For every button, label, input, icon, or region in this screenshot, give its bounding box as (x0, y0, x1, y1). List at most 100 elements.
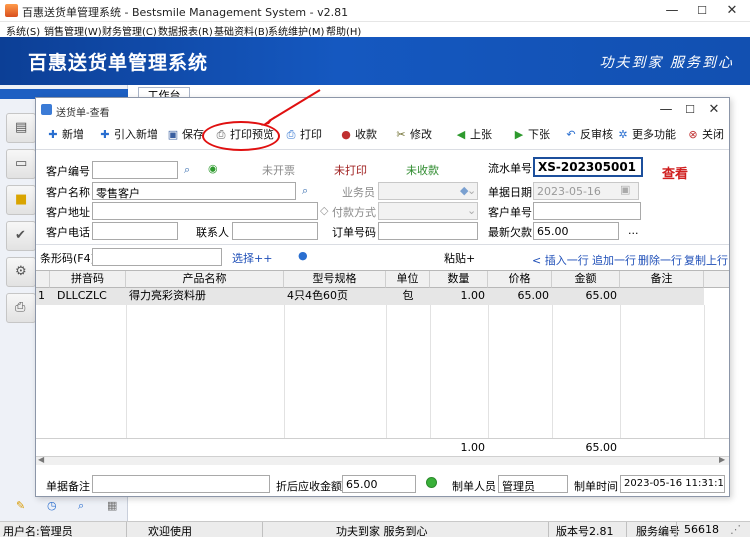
grid-header-spec[interactable]: 型号规格 (284, 271, 386, 288)
grid-header-qty[interactable]: 数量 (430, 271, 488, 288)
row-product-name[interactable]: 得力亮彩资料册 (126, 288, 284, 305)
menu-maintenance[interactable]: 系统维护(M) (268, 23, 324, 38)
grid-line (488, 305, 489, 441)
maximize-icon[interactable]: ☐ (690, 2, 714, 20)
toolbar-button-5[interactable]: ● 收款 (339, 126, 377, 142)
grid-header-unit[interactable]: 单位 (386, 271, 430, 288)
left-nav-button-5[interactable]: ⚙ (6, 257, 36, 287)
clock-icon[interactable]: ◷ (47, 499, 57, 512)
order-no-field[interactable] (378, 222, 478, 240)
insert-row-link[interactable]: < 插入一行 (532, 252, 589, 268)
left-nav-button-6[interactable]: ⎙ (6, 293, 36, 323)
menu-sales[interactable]: 销售管理(W) (44, 23, 102, 38)
dialog-minimize-icon[interactable]: — (654, 101, 678, 119)
toolbar-button-4[interactable]: ⎙ 打印 (284, 126, 322, 142)
remark-field[interactable] (92, 475, 270, 493)
delete-row-link[interactable]: 删除一行 (638, 252, 682, 268)
row-qty[interactable]: 1.00 (430, 288, 488, 305)
left-nav-button-4[interactable]: ✔ (6, 221, 36, 251)
toolbar-button-9[interactable]: ↶ 反审核 (564, 126, 613, 142)
phone-field[interactable] (92, 222, 178, 240)
status-divider (126, 522, 127, 537)
menu-help[interactable]: 帮助(H) (326, 23, 361, 38)
grid-header-note[interactable]: 备注 (620, 271, 704, 288)
maker-label: 制单人员 (452, 480, 496, 493)
contact-field[interactable] (232, 222, 318, 240)
toolbar-button-label: 打印 (300, 128, 322, 141)
serial-no-field[interactable]: XS-202305001 (533, 157, 643, 177)
close-icon[interactable]: ✕ (720, 2, 744, 20)
menu-reports[interactable]: 数据报表(R) (158, 23, 213, 38)
toolbar-button-2[interactable]: ▣ 保存 (166, 126, 204, 142)
minimize-icon[interactable]: — (660, 2, 684, 20)
tools-icon: ⚙ (15, 264, 27, 279)
status-light-icon (426, 477, 437, 488)
form-divider (36, 244, 729, 245)
menu-finance[interactable]: 财务管理(C) (102, 23, 157, 38)
customer-globe-icon[interactable]: ◉ (208, 162, 218, 175)
select-more-link[interactable]: 选择++ (232, 250, 272, 266)
payment-dropdown-icon[interactable]: ⌄ (467, 204, 476, 217)
grid-header-price[interactable]: 价格 (488, 271, 552, 288)
scroll-right-icon[interactable]: ▶ (719, 455, 725, 464)
row-pinyin[interactable]: DLLCZLC (54, 288, 126, 305)
row-spec[interactable]: 4只4色60页 (284, 288, 386, 305)
dialog-maximize-icon[interactable]: ☐ (678, 101, 702, 119)
scroll-left-icon[interactable]: ◀ (38, 455, 44, 464)
toolbar-button-0[interactable]: ✚ 新增 (46, 126, 84, 142)
toolbar-button-11[interactable]: ⊗ 关闭 (686, 126, 724, 142)
customer-code-field[interactable] (92, 161, 178, 179)
barcode-field[interactable] (92, 248, 222, 266)
menu-system[interactable]: 系统(S) (6, 23, 40, 38)
grid-header-amount[interactable]: 金额 (552, 271, 620, 288)
horizontal-scrollbar[interactable]: ◀ ▶ (36, 455, 729, 465)
row-unit[interactable]: 包 (386, 288, 430, 305)
settings-icon[interactable]: ▦ (107, 499, 117, 512)
table-row[interactable]: 1 DLLCZLC 得力亮彩资料册 4只4色60页 包 1.00 65.00 6… (36, 288, 704, 305)
toolbar-divider (36, 149, 729, 150)
left-nav-button-2[interactable]: ▭ (6, 149, 36, 179)
toolbar-button-7[interactable]: ◀ 上张 (454, 126, 492, 142)
append-row-link[interactable]: 追加一行 (592, 252, 636, 268)
toolbar-button-label: 新增 (62, 128, 84, 141)
left-nav-button-1[interactable]: ▤ (6, 113, 36, 143)
customer-order-field[interactable] (533, 202, 641, 220)
grid-header-index (36, 271, 50, 288)
customer-name-field[interactable]: 零售客户 (92, 182, 296, 200)
globe-icon[interactable]: ● (298, 249, 308, 262)
resize-grip-icon[interactable]: ⋰ (730, 523, 741, 536)
view-mode-label: 查看 (662, 167, 689, 182)
paste-button[interactable]: 粘贴+ (444, 250, 475, 266)
salesperson-label: 业务员 (342, 186, 375, 199)
salesperson-eraser-icon[interactable]: ◆ (460, 184, 468, 197)
toolbar-button-label: 引入新增 (114, 128, 158, 141)
customer-code-label: 客户编号 (46, 165, 90, 178)
latest-debt-more-button[interactable]: ... (628, 224, 639, 237)
row-amount[interactable]: 65.00 (552, 288, 620, 305)
row-note[interactable] (620, 288, 704, 305)
toolbar-button-8[interactable]: ▶ 下张 (512, 126, 550, 142)
total-qty: 1.00 (460, 441, 486, 454)
key-icon[interactable]: ✎ (16, 499, 25, 512)
maker-field: 管理员 (498, 475, 568, 493)
payment-method-select[interactable] (378, 202, 478, 220)
toolbar-button-6[interactable]: ✂ 修改 (394, 126, 432, 142)
folder-icon: ■ (15, 192, 28, 207)
address-field[interactable] (92, 202, 318, 220)
status-divider (626, 522, 627, 537)
customer-lookup-icon[interactable]: ⌕ (184, 163, 190, 177)
grid-header-pinyin[interactable]: 拼音码 (50, 271, 126, 288)
app-banner: 百惠送货单管理系统 功夫到家 服务到心 (0, 37, 750, 85)
dialog-close-icon[interactable]: ✕ (702, 101, 726, 119)
toolbar-button-10[interactable]: ✲ 更多功能 (616, 126, 676, 142)
left-nav-button-3[interactable]: ■ (6, 185, 36, 215)
copy-row-link[interactable]: 复制上行 (684, 252, 728, 268)
calendar-icon[interactable]: ▣ (620, 183, 630, 196)
row-price[interactable]: 65.00 (488, 288, 552, 305)
customer-name-lookup-icon[interactable]: ⌕ (302, 184, 308, 198)
grid-header-name[interactable]: 产品名称 (126, 271, 284, 288)
toolbar-button-1[interactable]: ✚ 引入新增 (98, 126, 158, 142)
menu-basic-data[interactable]: 基础资料(B) (214, 23, 269, 38)
search-doc-icon[interactable]: ⌕ (78, 499, 84, 513)
items-grid[interactable]: 拼音码 产品名称 型号规格 单位 数量 价格 金额 备注 1 DLLCZLC 得… (36, 270, 729, 460)
